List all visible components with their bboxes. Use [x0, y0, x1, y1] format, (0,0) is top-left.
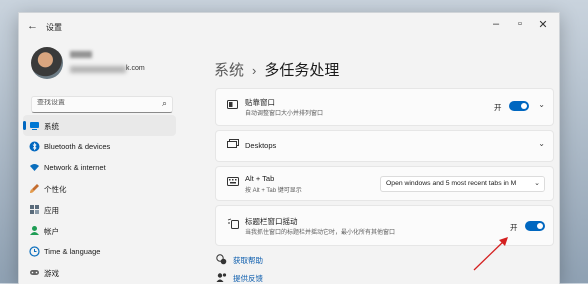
annotation-arrow [473, 237, 508, 271]
